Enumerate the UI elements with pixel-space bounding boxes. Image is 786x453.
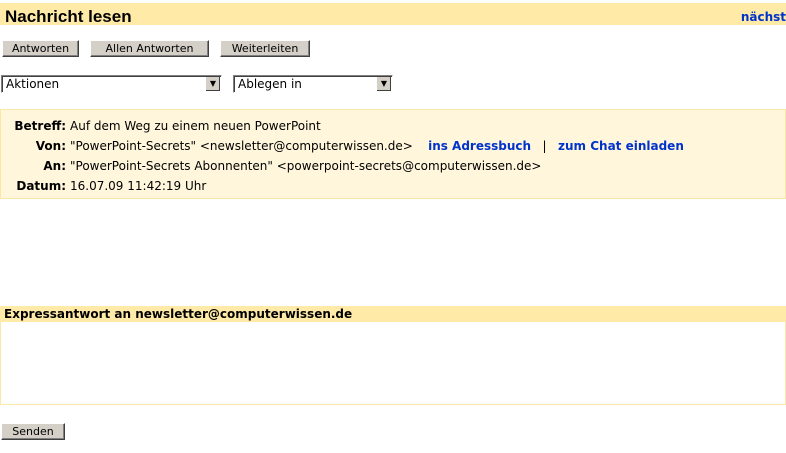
date-value: 16.07.09 11:42:19 Uhr <box>70 179 207 193</box>
actions-select[interactable]: Aktionen ▼ <box>1 75 222 93</box>
file-in-select[interactable]: Ablegen in ▼ <box>233 75 393 93</box>
file-in-select-value: Ablegen in <box>238 77 302 91</box>
to-row: An: "PowerPoint-Secrets Abonnenten" <powe… <box>1 156 541 176</box>
message-header-panel: Betreff: Auf dem Weg zu einem neuen Power… <box>0 109 786 199</box>
header-bar: Nachricht lesen nächst <box>0 3 786 28</box>
subject-label: Betreff: <box>14 119 66 133</box>
from-label: Von: <box>35 139 66 153</box>
to-value: "PowerPoint-Secrets Abonnenten" <powerpo… <box>70 159 542 173</box>
subject-value: Auf dem Weg zu einem neuen PowerPoint <box>70 119 321 133</box>
link-separator: | <box>542 139 547 153</box>
from-row: Von: "PowerPoint-Secrets" <newsletter@com… <box>1 136 684 156</box>
date-label: Datum: <box>16 179 66 193</box>
date-row: Datum: 16.07.09 11:42:19 Uhr <box>1 176 206 196</box>
next-message-link[interactable]: nächst <box>741 6 786 28</box>
chevron-down-icon[interactable]: ▼ <box>205 77 220 91</box>
actions-select-value: Aktionen <box>6 77 60 91</box>
from-value: "PowerPoint-Secrets" <newsletter@compute… <box>70 139 413 153</box>
invite-to-chat-link[interactable]: zum Chat einladen <box>558 139 684 153</box>
to-label: An: <box>43 159 66 173</box>
express-reply-title: Expressantwort an newsletter@computerwis… <box>0 306 786 322</box>
subject-row: Betreff: Auf dem Weg zu einem neuen Power… <box>1 116 321 136</box>
reply-all-button[interactable]: Allen Antworten <box>90 40 209 57</box>
chevron-down-icon[interactable]: ▼ <box>376 77 391 91</box>
add-to-address-book-link[interactable]: ins Adressbuch <box>428 139 531 153</box>
send-button[interactable]: Senden <box>1 423 65 440</box>
page-title: Nachricht lesen <box>5 7 132 26</box>
express-reply-input[interactable] <box>0 322 786 405</box>
reply-button[interactable]: Antworten <box>2 40 79 57</box>
forward-button[interactable]: Weiterleiten <box>220 40 310 57</box>
